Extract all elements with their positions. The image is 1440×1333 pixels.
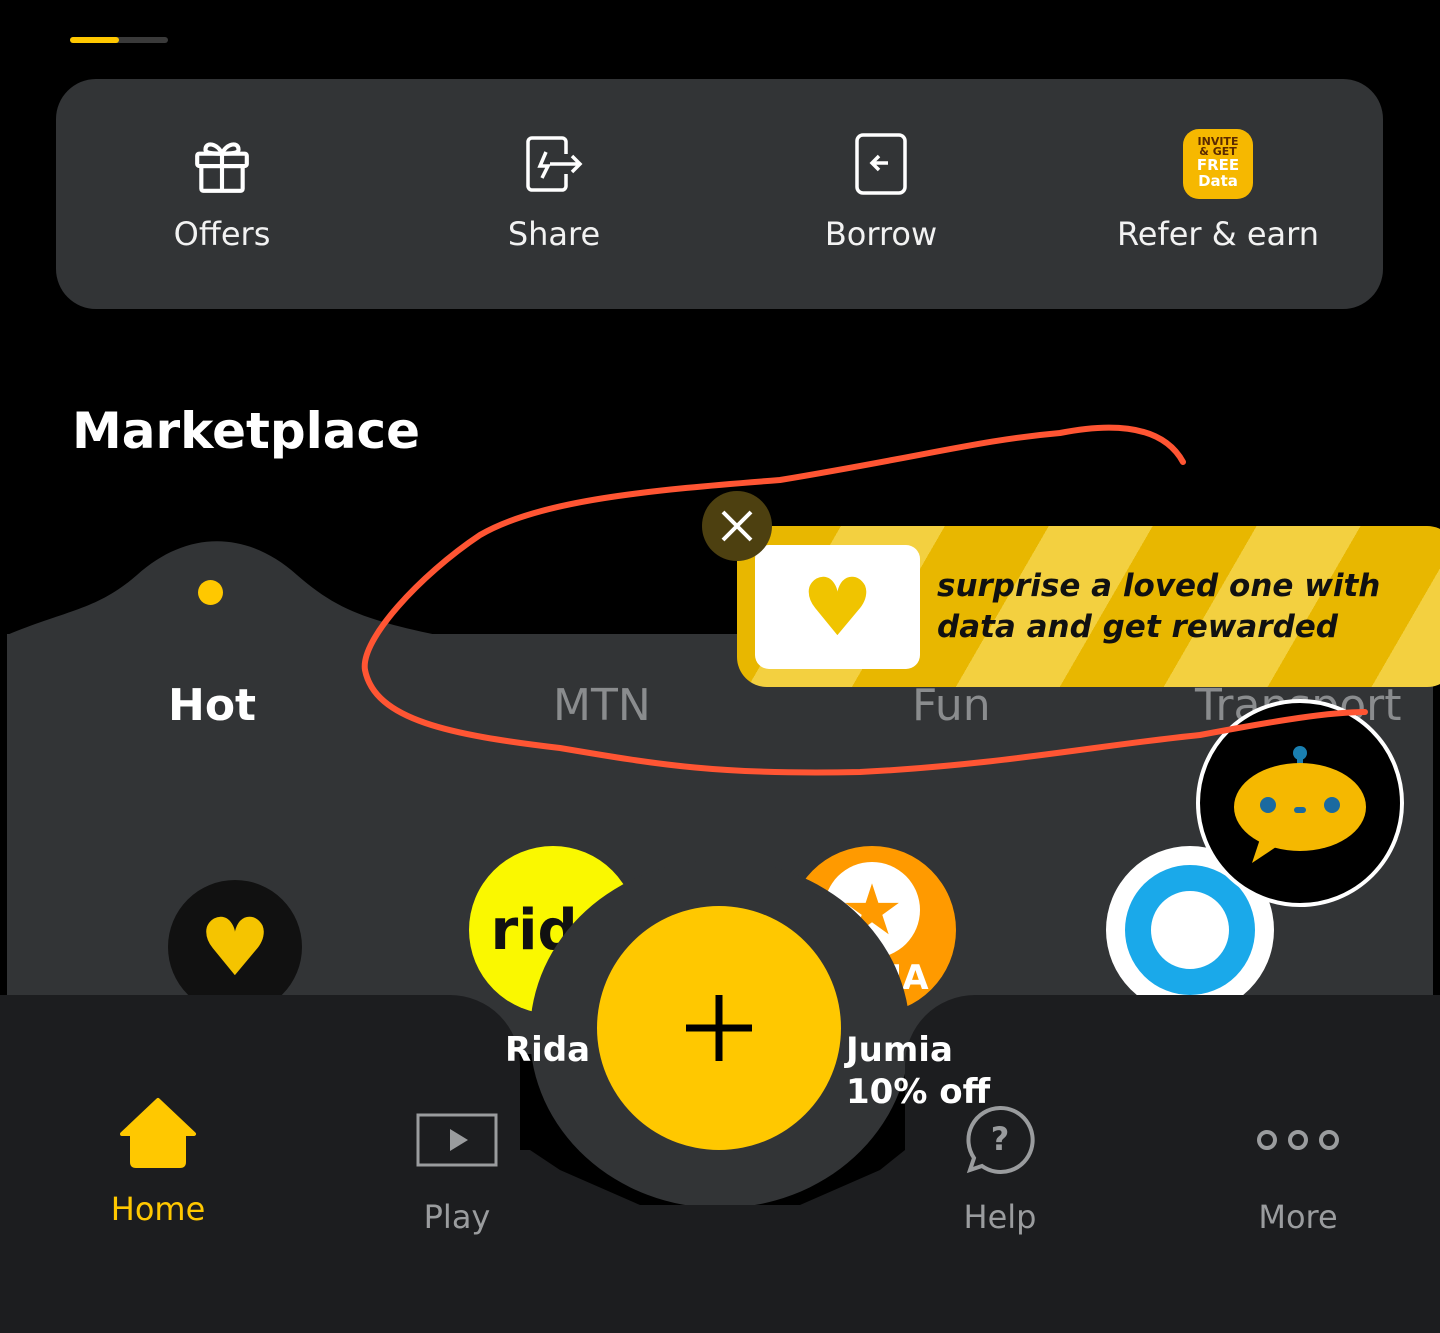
jumia-label: Jumia: [846, 1030, 953, 1070]
gold-hearts-icon[interactable]: ♥: [168, 880, 302, 1014]
share-icon: [404, 129, 704, 199]
rida-label: Rida: [505, 1030, 591, 1070]
home-icon: [58, 1092, 258, 1172]
gift-icon: [72, 129, 372, 199]
chatbot-icon: [1234, 746, 1366, 863]
nav-help[interactable]: ? Help: [900, 1100, 1100, 1236]
share-button[interactable]: Share: [404, 129, 704, 253]
tab-hot[interactable]: Hot: [168, 680, 256, 731]
banner-text-line1: surprise a loved one with: [937, 568, 1381, 604]
plus-icon: [686, 995, 752, 1061]
nav-home[interactable]: Home: [58, 1092, 258, 1228]
play-icon: [357, 1100, 557, 1180]
close-icon: [721, 510, 753, 542]
svg-text:?: ?: [991, 1120, 1010, 1158]
chatbot-button[interactable]: [1196, 699, 1404, 907]
jumia-subtitle: 10% off: [846, 1072, 991, 1112]
add-button[interactable]: [597, 906, 841, 1150]
close-banner-button[interactable]: [702, 491, 772, 561]
nav-more[interactable]: More: [1198, 1100, 1398, 1236]
page-title: Marketplace: [72, 402, 421, 460]
more-icon: [1198, 1100, 1398, 1180]
tab-mtn[interactable]: MTN: [553, 680, 651, 731]
tab-bump: [7, 541, 437, 640]
banner-text-line2: data and get rewarded: [937, 609, 1339, 645]
refer-earn-button[interactable]: INVITE & GET FREE Data Refer & earn: [1068, 129, 1368, 253]
nav-play[interactable]: Play: [357, 1100, 557, 1236]
tab-fun[interactable]: Fun: [912, 680, 991, 731]
borrow-button[interactable]: Borrow: [731, 129, 1031, 253]
invite-free-data-icon: INVITE & GET FREE Data: [1068, 129, 1368, 199]
offers-button[interactable]: Offers: [72, 129, 372, 253]
active-tab-dot: [198, 580, 223, 605]
gold-heart-image: ♥: [755, 545, 920, 669]
quick-actions-card: Offers Share Borrow INVITE & GET FREE Data …: [56, 79, 1383, 309]
help-icon: ?: [900, 1100, 1100, 1180]
progress-indicator: [70, 37, 168, 43]
borrow-icon: [731, 129, 1031, 199]
promo-banner[interactable]: ♥ surprise a loved one with data and get …: [737, 526, 1440, 687]
